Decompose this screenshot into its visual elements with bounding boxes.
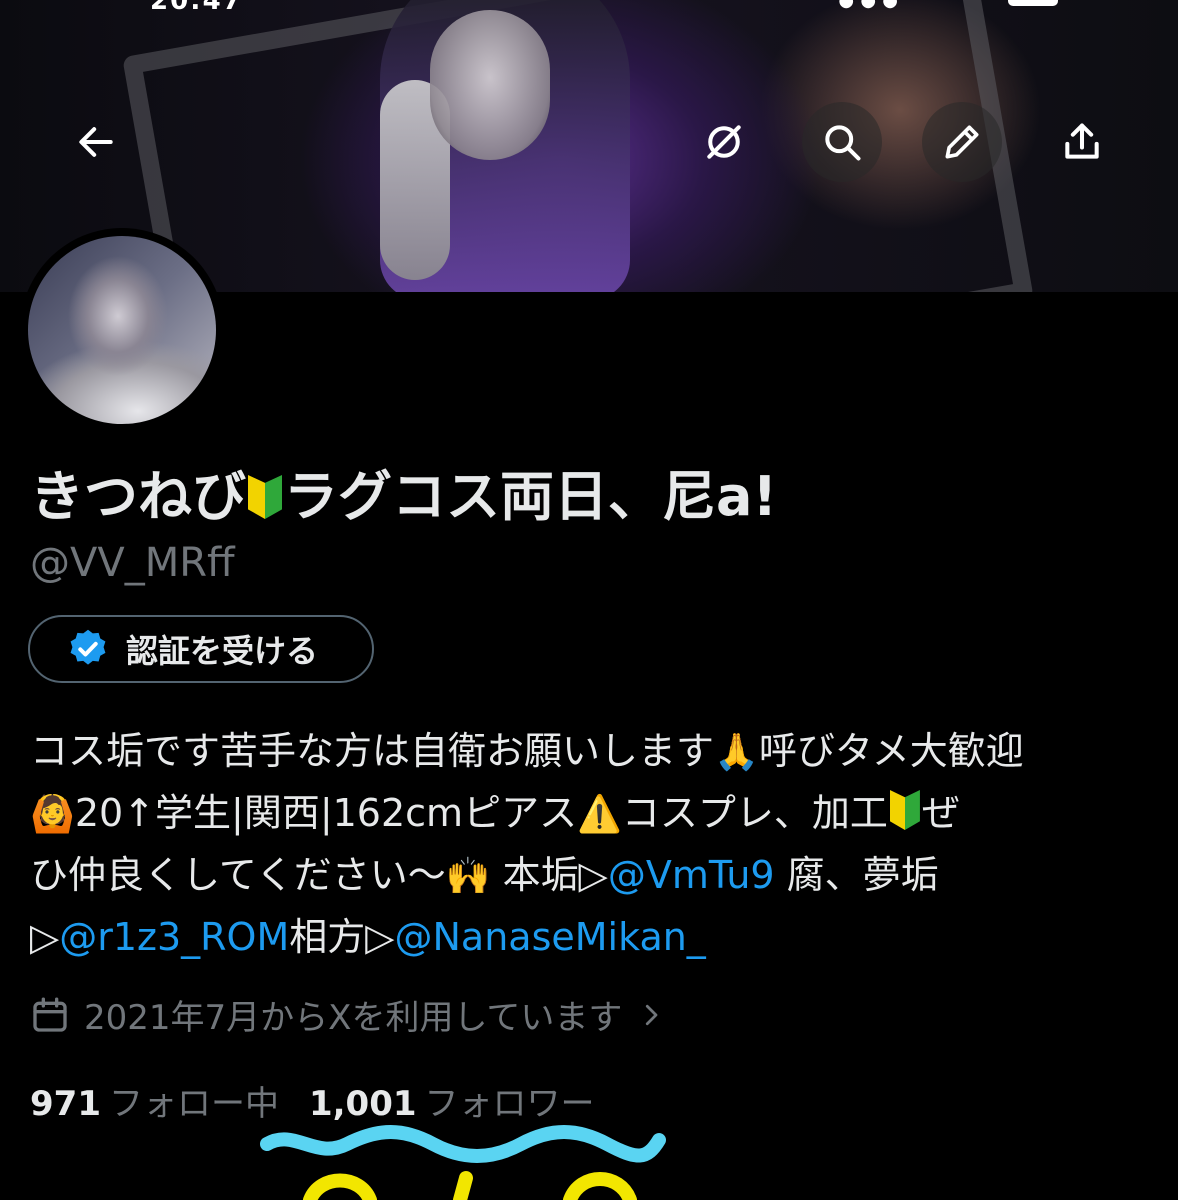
joined-date-text: 2021年7月からXを利用しています xyxy=(84,998,623,1038)
following-link[interactable]: 971 フォロー中 xyxy=(30,1076,279,1125)
avatar[interactable] xyxy=(20,228,224,432)
bio-text: 本垢▷ xyxy=(490,853,608,897)
bio-line-4: ▷@r1z3_ROM相方▷@NanaseMikan_ xyxy=(30,906,1150,968)
bio-text: 腐、夢垢 xyxy=(774,853,939,897)
get-verified-label: 認証を受ける xyxy=(126,632,319,670)
bio-text: ▷ xyxy=(30,915,60,959)
follow-stats: 971 フォロー中 1,001 フォロワー xyxy=(30,1076,595,1125)
display-name: きつねび ラグコス両日、尼a! xyxy=(30,452,777,531)
status-time: 20:47 xyxy=(150,0,243,16)
bio-text: コスプレ、加工 xyxy=(621,791,888,835)
grok-icon xyxy=(707,125,741,159)
back-button[interactable] xyxy=(56,102,136,182)
grok-button[interactable] xyxy=(684,102,764,182)
bio-text: 20↑学生|関西|162cmピアス xyxy=(74,791,578,835)
share-button[interactable] xyxy=(1042,102,1122,182)
folded-hands-emoji: 🙏 xyxy=(714,732,759,773)
bio-text: 相方▷ xyxy=(289,915,395,959)
signal-icon: ● ● ● xyxy=(838,0,898,11)
chevron-right-icon xyxy=(646,1004,658,1025)
battery-icon xyxy=(1008,0,1058,6)
bio-line-1: コス垢です苦手な方は自衛お願いします🙏呼びタメ大歓迎 xyxy=(30,720,1150,782)
verified-badge-icon xyxy=(70,629,106,665)
yellow-handwriting-decoration xyxy=(303,1171,637,1200)
mention-link[interactable]: @NanaseMikan_ xyxy=(395,915,706,959)
raising-hands-emoji: 🙌 xyxy=(445,856,491,897)
followers-count: 1,001 xyxy=(308,1084,417,1124)
profile-bio: コス垢です苦手な方は自衛お願いします🙏呼びタメ大歓迎 🙆20↑学生|関西|162… xyxy=(30,720,1150,968)
mention-link[interactable]: @VmTu9 xyxy=(608,853,775,897)
get-verified-button[interactable]: 認証を受ける xyxy=(28,615,374,683)
search-button[interactable] xyxy=(802,102,882,182)
display-name-part2: ラグコス両日、尼a! xyxy=(284,465,778,528)
mention-link[interactable]: @r1z3_ROM xyxy=(59,915,289,959)
person-gesturing-ok-emoji: 🙆 xyxy=(30,794,75,835)
followers-link[interactable]: 1,001 フォロワー xyxy=(309,1076,595,1125)
bio-line-2: 🙆20↑学生|関西|162cmピアス⚠️コスプレ、加工ぜ xyxy=(30,782,1150,844)
display-name-part1: きつねび xyxy=(30,465,246,528)
following-label: フォロー中 xyxy=(108,1084,279,1124)
bio-text: ひ仲良くしてください〜 xyxy=(30,853,446,897)
share-icon xyxy=(1065,123,1099,159)
warning-emoji: ⚠️ xyxy=(577,794,622,835)
arrow-left-icon xyxy=(79,127,113,157)
bio-text: コス垢です苦手な方は自衛お願いします xyxy=(30,729,715,773)
beginner-mark-icon xyxy=(889,790,920,830)
bio-line-3: ひ仲良くしてください〜🙌 本垢▷@VmTu9 腐、夢垢 xyxy=(30,844,1150,906)
bio-text: ぜ xyxy=(921,791,960,835)
user-handle: @VV_MRff xyxy=(30,540,235,586)
beginner-mark-icon xyxy=(248,475,282,519)
following-count: 971 xyxy=(30,1084,101,1124)
search-icon xyxy=(825,125,861,161)
avatar-image xyxy=(28,236,216,424)
bio-text: 呼びタメ大歓迎 xyxy=(758,729,1024,773)
calendar-icon xyxy=(33,997,67,1032)
banner-face-shape xyxy=(430,10,550,160)
joined-date-row[interactable]: 2021年7月からXを利用しています xyxy=(30,990,666,1039)
status-bar: 20:47 ● ● ● xyxy=(150,0,1098,16)
pencil-icon xyxy=(945,125,979,159)
edit-button[interactable] xyxy=(922,102,1002,182)
followers-label: フォロワー xyxy=(424,1084,595,1124)
